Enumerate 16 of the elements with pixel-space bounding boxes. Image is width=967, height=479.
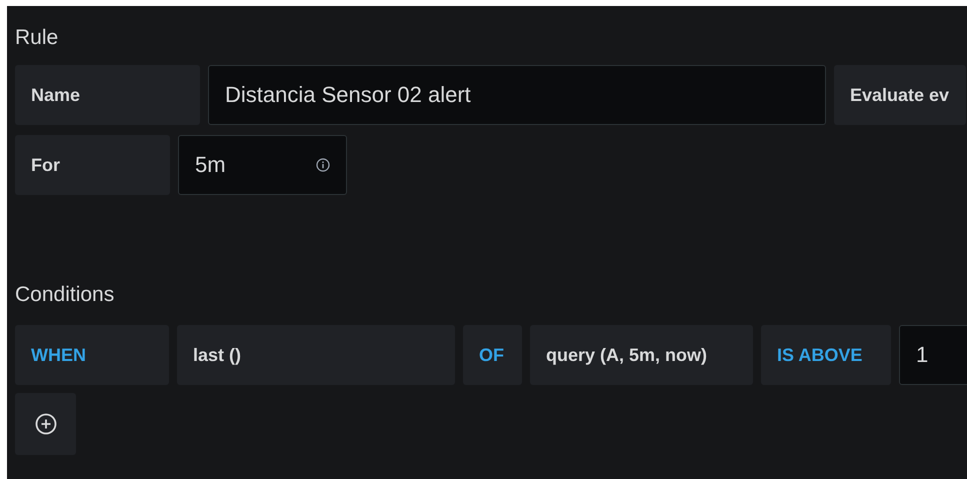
condition-keyword[interactable]: WHEN <box>15 325 169 385</box>
info-icon <box>316 158 330 172</box>
add-icon <box>34 413 56 435</box>
threshold-input[interactable]: 1 <box>899 325 967 385</box>
condition-selector[interactable]: query (A, 5m, now) <box>530 325 753 385</box>
for-input[interactable]: 5m <box>178 135 347 195</box>
field-label: Evaluate ev <box>834 65 966 125</box>
condition-keyword[interactable]: OF <box>463 325 522 385</box>
name-input[interactable]: Distancia Sensor 02 alert <box>208 65 826 125</box>
section-title: Rule <box>15 25 60 51</box>
field-label: For <box>15 135 170 195</box>
section-title: Conditions <box>15 282 116 308</box>
condition-keyword[interactable]: IS ABOVE <box>761 325 891 385</box>
add-condition-button[interactable] <box>15 393 76 455</box>
condition-selector[interactable]: last () <box>177 325 455 385</box>
field-label: Name <box>15 65 200 125</box>
